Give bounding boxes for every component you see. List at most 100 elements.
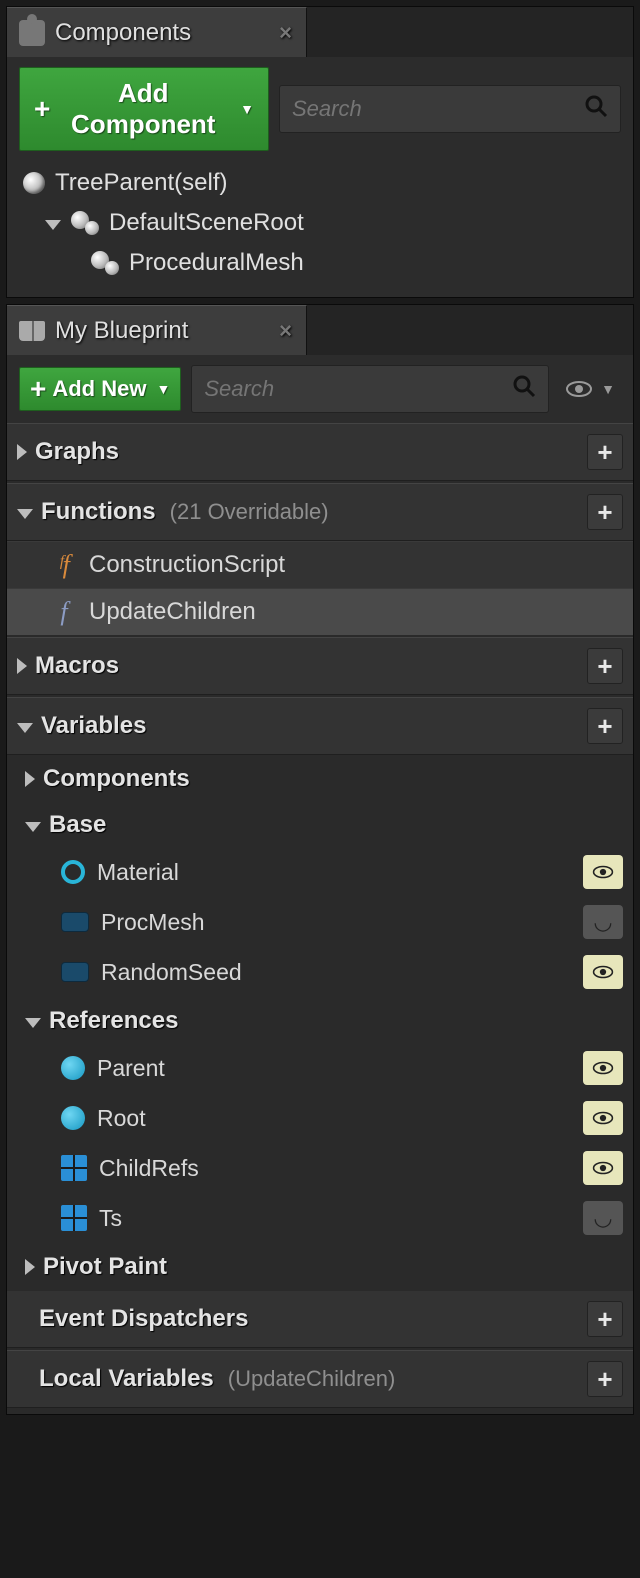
variable-name: Root [97, 1105, 146, 1132]
eye-icon [565, 379, 593, 399]
visibility-toggle[interactable] [583, 1151, 623, 1185]
add-component-button[interactable]: + Add Component ▼ [19, 67, 269, 151]
component-child-label: ProceduralMesh [129, 249, 304, 277]
functions-label: Functions [41, 498, 156, 526]
locals-label: Local Variables [39, 1365, 214, 1393]
components-search[interactable] [279, 85, 621, 133]
component-scene-root-label: DefaultSceneRoot [109, 209, 304, 237]
var-group-label: Pivot Paint [43, 1253, 167, 1281]
variable-item[interactable]: Root [7, 1093, 633, 1143]
add-macro-button[interactable]: + [587, 648, 623, 684]
macros-label: Macros [35, 652, 119, 680]
component-child-row[interactable]: ProceduralMesh [19, 243, 621, 283]
actor-ref-var-icon [61, 1056, 85, 1080]
visibility-toggle[interactable] [583, 955, 623, 989]
expand-arrow-icon [25, 1018, 41, 1028]
components-search-input[interactable] [292, 96, 584, 122]
functions-sublabel: (21 Overridable) [170, 499, 329, 525]
blueprint-panel: My Blueprint × + Add New ▼ ▼ [6, 304, 634, 1415]
search-icon [584, 94, 608, 125]
visibility-toggle[interactable]: ◡ [583, 1201, 623, 1235]
blueprint-search[interactable] [191, 365, 549, 413]
blueprint-tab[interactable]: My Blueprint × [7, 305, 307, 355]
variable-item[interactable]: ChildRefs [7, 1143, 633, 1193]
view-options-button[interactable]: ▼ [559, 379, 621, 399]
dispatchers-header[interactable]: Event Dispatchers + [7, 1291, 633, 1348]
plus-icon: + [30, 380, 46, 398]
components-tab[interactable]: Components × [7, 7, 307, 57]
component-root-row[interactable]: TreeParent(self) [19, 163, 621, 203]
visibility-toggle[interactable]: ◡ [583, 905, 623, 939]
close-icon[interactable]: × [279, 20, 292, 46]
expand-arrow-icon [17, 723, 33, 733]
visibility-toggle[interactable] [583, 855, 623, 889]
expand-arrow-icon [17, 509, 33, 519]
function-item[interactable]: f UpdateChildren [7, 588, 633, 635]
collapse-arrow-icon [17, 444, 27, 460]
scene-component-icon [91, 251, 119, 275]
blueprint-sections: Graphs + Functions (21 Overridable) + ᶠf… [7, 423, 633, 1414]
function-item[interactable]: ᶠf ConstructionScript [7, 541, 633, 588]
blueprint-toolbar-row: + Add New ▼ ▼ [7, 355, 633, 421]
search-icon [512, 374, 536, 405]
variable-item[interactable]: Material [7, 847, 633, 897]
dispatchers-label: Event Dispatchers [39, 1305, 248, 1333]
var-group-label: Base [49, 811, 106, 839]
variable-name: Parent [97, 1055, 165, 1082]
variables-header[interactable]: Variables + [7, 697, 633, 755]
blueprint-search-input[interactable] [204, 376, 512, 402]
components-tab-title: Components [55, 19, 269, 47]
component-tree: TreeParent(self) DefaultSceneRoot Proced… [19, 163, 621, 283]
visibility-toggle[interactable] [583, 1101, 623, 1135]
function-name: UpdateChildren [89, 598, 256, 626]
expand-arrow-icon[interactable] [45, 220, 61, 230]
add-variable-button[interactable]: + [587, 708, 623, 744]
add-component-label: Add Component [56, 78, 230, 140]
variable-item[interactable]: RandomSeed [7, 947, 633, 997]
add-dispatcher-button[interactable]: + [587, 1301, 623, 1337]
variable-item[interactable]: Parent [7, 1043, 633, 1093]
actor-icon [23, 172, 45, 194]
variable-item[interactable]: ProcMesh ◡ [7, 897, 633, 947]
var-group-base[interactable]: Base [7, 803, 633, 847]
components-tab-icon [19, 20, 45, 46]
scene-component-icon [71, 211, 99, 235]
components-panel: Components × + Add Component ▼ TreeParen… [6, 6, 634, 298]
close-icon[interactable]: × [279, 318, 292, 344]
variable-name: Ts [99, 1205, 122, 1232]
visibility-toggle[interactable] [583, 1051, 623, 1085]
var-group-pivot[interactable]: Pivot Paint [7, 1245, 633, 1289]
expand-arrow-icon [25, 822, 41, 832]
blueprint-tabbar: My Blueprint × [7, 305, 633, 355]
variable-name: ChildRefs [99, 1155, 199, 1182]
construction-function-icon: ᶠf [51, 550, 77, 580]
variable-name: ProcMesh [101, 909, 205, 936]
collapse-arrow-icon [25, 1259, 35, 1275]
graphs-label: Graphs [35, 438, 119, 466]
var-group-label: References [49, 1007, 178, 1035]
blueprint-tab-icon [19, 321, 45, 341]
component-scene-root-row[interactable]: DefaultSceneRoot [19, 203, 621, 243]
var-group-references[interactable]: References [7, 999, 633, 1043]
locals-header[interactable]: Local Variables (UpdateChildren) + [7, 1350, 633, 1408]
var-group-components[interactable]: Components [7, 757, 633, 801]
object-var-icon [61, 962, 89, 982]
add-new-button[interactable]: + Add New ▼ [19, 367, 181, 411]
add-local-button[interactable]: + [587, 1361, 623, 1397]
actor-ref-var-icon [61, 1106, 85, 1130]
chevron-down-icon: ▼ [240, 101, 254, 117]
add-function-button[interactable]: + [587, 494, 623, 530]
components-toolbar: + Add Component ▼ [19, 67, 621, 151]
graphs-header[interactable]: Graphs + [7, 423, 633, 481]
function-icon: f [51, 597, 77, 627]
add-graph-button[interactable]: + [587, 434, 623, 470]
variable-item[interactable]: Ts ◡ [7, 1193, 633, 1243]
functions-header[interactable]: Functions (21 Overridable) + [7, 483, 633, 541]
var-group-label: Components [43, 765, 190, 793]
macros-header[interactable]: Macros + [7, 637, 633, 695]
variables-label: Variables [41, 712, 146, 740]
locals-sublabel: (UpdateChildren) [228, 1366, 396, 1392]
blueprint-tab-title: My Blueprint [55, 317, 269, 345]
plus-icon: + [34, 100, 50, 118]
variable-name: Material [97, 859, 179, 886]
